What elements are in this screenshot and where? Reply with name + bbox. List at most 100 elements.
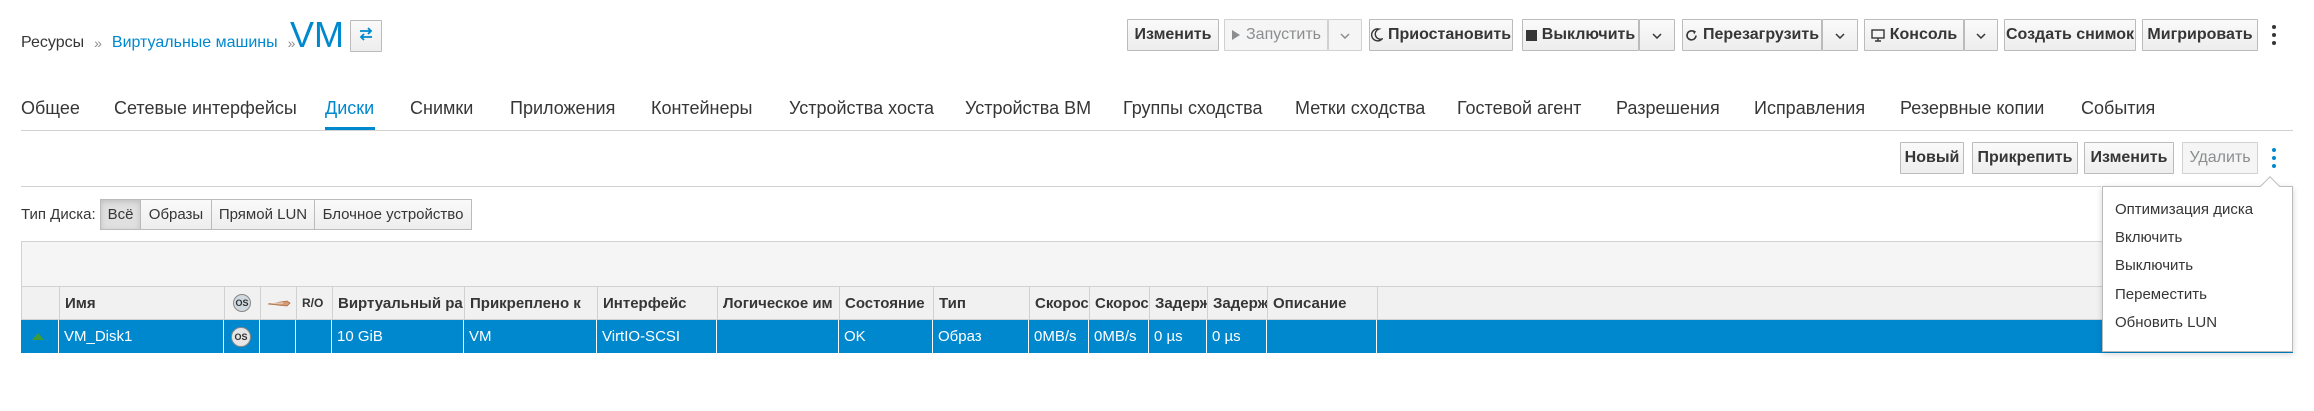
disk-speed-write-cell: 0MB/s bbox=[1089, 320, 1149, 353]
tab-general[interactable]: Общее bbox=[21, 98, 80, 119]
col-name-header[interactable]: Имя bbox=[60, 287, 225, 319]
col-status-header[interactable] bbox=[22, 287, 60, 319]
os-icon-text: OS bbox=[235, 298, 249, 308]
tab-applications[interactable]: Приложения bbox=[510, 98, 615, 119]
col-description-header[interactable]: Описание bbox=[1268, 287, 1378, 319]
suspend-label: Приостановить bbox=[1387, 26, 1512, 43]
tab-backups[interactable]: Резервные копии bbox=[1900, 98, 2044, 119]
disk-latency-write-cell: 0 µs bbox=[1207, 320, 1267, 353]
filter-all[interactable]: Всё bbox=[100, 199, 141, 230]
col-attached-to-header[interactable]: Прикреплено к bbox=[465, 287, 598, 319]
tab-network[interactable]: Сетевые интерфейсы bbox=[114, 98, 297, 119]
shutdown-button[interactable]: Выключить bbox=[1522, 19, 1639, 51]
remove-disk-button[interactable]: Удалить bbox=[2182, 142, 2258, 174]
disk-speed-read-cell: 0MB/s bbox=[1029, 320, 1089, 353]
disk-attached-to-cell: VM bbox=[464, 320, 597, 353]
tabs-divider bbox=[21, 130, 2293, 131]
suspend-button[interactable]: Приостановить bbox=[1369, 19, 1513, 51]
disk-kebab-menu: Оптимизация диска Включить Выключить Пер… bbox=[2102, 186, 2293, 352]
console-label: Консоль bbox=[1889, 26, 1958, 43]
caret-down-icon bbox=[1976, 26, 1986, 44]
edit-vm-button[interactable]: Изменить bbox=[1127, 19, 1219, 51]
console-button[interactable]: Консоль bbox=[1864, 19, 1964, 51]
menu-item-activate[interactable]: Включить bbox=[2115, 229, 2182, 246]
menu-item-refresh-lun[interactable]: Обновить LUN bbox=[2115, 314, 2217, 331]
attach-disk-button[interactable]: Прикрепить bbox=[1972, 142, 2078, 174]
attach-disk-label: Прикрепить bbox=[1977, 149, 2073, 166]
reboot-label: Перезагрузить bbox=[1702, 26, 1820, 43]
col-status-text-header[interactable]: Состояние bbox=[840, 287, 934, 319]
menu-item-sparsify[interactable]: Оптимизация диска bbox=[2115, 201, 2253, 218]
menu-item-deactivate[interactable]: Выключить bbox=[2115, 257, 2193, 274]
disk-virtual-size-cell: 10 GiB bbox=[332, 320, 464, 353]
disk-name-cell: VM_Disk1 bbox=[59, 320, 224, 353]
disk-interface-cell: VirtIO-SCSI bbox=[597, 320, 717, 353]
caret-down-icon bbox=[1340, 26, 1350, 44]
col-latency-write-header[interactable]: Задерж bbox=[1208, 287, 1268, 319]
filter-images[interactable]: Образы bbox=[140, 199, 212, 230]
tab-events[interactable]: События bbox=[2081, 98, 2155, 119]
col-interface-header[interactable]: Интерфейс bbox=[598, 287, 718, 319]
col-logical-name-header[interactable]: Логическое им bbox=[718, 287, 840, 319]
disk-status-cell bbox=[21, 320, 59, 353]
col-latency-read-header[interactable]: Задерж bbox=[1150, 287, 1208, 319]
tab-bar: Общее Сетевые интерфейсы Диски Снимки Пр… bbox=[0, 94, 2314, 130]
tab-guest-agent[interactable]: Гостевой агент bbox=[1457, 98, 1581, 119]
col-os-header[interactable]: OS bbox=[225, 287, 261, 319]
monitor-icon bbox=[1871, 28, 1885, 42]
moon-icon bbox=[1370, 28, 1383, 42]
filter-block-device[interactable]: Блочное устройство bbox=[314, 199, 472, 230]
disk-ro-cell bbox=[296, 320, 332, 353]
tab-host-devices[interactable]: Устройства хоста bbox=[789, 98, 934, 119]
new-disk-button[interactable]: Новый bbox=[1900, 142, 1964, 174]
reload-icon bbox=[1685, 29, 1698, 42]
arrow-up-icon bbox=[31, 328, 45, 345]
col-ro-header[interactable]: R/O bbox=[297, 287, 333, 319]
disk-type-filter-label: Тип Диска: bbox=[21, 206, 96, 223]
edit-vm-label: Изменить bbox=[1134, 26, 1212, 43]
table-row[interactable]: VM_Disk1 OS 10 GiB VM VirtIO-SCSI OK Обр… bbox=[21, 320, 2293, 353]
os-icon: OS bbox=[233, 294, 251, 312]
os-icon: OS bbox=[231, 326, 251, 347]
col-speed-write-header[interactable]: Скорост bbox=[1090, 287, 1150, 319]
tab-vm-devices[interactable]: Устройства ВМ bbox=[965, 98, 1091, 119]
page-title: VM bbox=[290, 14, 344, 55]
kebab-icon[interactable] bbox=[2271, 148, 2277, 168]
run-dropdown-button[interactable] bbox=[1328, 19, 1362, 51]
swap-vm-button[interactable] bbox=[350, 20, 382, 52]
run-label: Запустить bbox=[1246, 26, 1321, 43]
breadcrumb: Ресурсы » Виртуальные машины » bbox=[21, 34, 305, 52]
disk-status-text-cell: OK bbox=[839, 320, 933, 353]
filter-direct-lun[interactable]: Прямой LUN bbox=[211, 199, 315, 230]
breadcrumb-root: Ресурсы bbox=[21, 34, 85, 51]
tab-affinity-groups[interactable]: Группы сходства bbox=[1123, 98, 1263, 119]
breadcrumb-vms-link[interactable]: Виртуальные машины bbox=[112, 34, 278, 52]
shutdown-dropdown-button[interactable] bbox=[1639, 19, 1675, 51]
tab-disks[interactable]: Диски bbox=[325, 98, 374, 119]
breadcrumb-separator: » bbox=[94, 35, 102, 51]
disk-description-cell bbox=[1267, 320, 1377, 353]
disk-bootable-cell bbox=[260, 320, 296, 353]
disk-latency-read-cell: 0 µs bbox=[1149, 320, 1207, 353]
create-snapshot-label: Создать снимок bbox=[2005, 26, 2135, 43]
caret-down-icon bbox=[1652, 26, 1662, 44]
menu-item-move[interactable]: Переместить bbox=[2115, 286, 2207, 303]
col-type-header[interactable]: Тип bbox=[934, 287, 1030, 319]
tab-permissions[interactable]: Разрешения bbox=[1616, 98, 1720, 119]
tab-affinity-labels[interactable]: Метки сходства bbox=[1295, 98, 1425, 119]
tab-containers[interactable]: Контейнеры bbox=[651, 98, 752, 119]
run-button[interactable]: Запустить bbox=[1224, 19, 1328, 51]
migrate-button[interactable]: Мигрировать bbox=[2142, 19, 2258, 51]
tab-errata[interactable]: Исправления bbox=[1754, 98, 1865, 119]
col-bootable-header[interactable] bbox=[261, 287, 297, 319]
edit-disk-button[interactable]: Изменить bbox=[2084, 142, 2174, 174]
create-snapshot-button[interactable]: Создать снимок bbox=[2004, 19, 2136, 51]
tab-snapshots[interactable]: Снимки bbox=[410, 98, 473, 119]
col-virtual-size-header[interactable]: Виртуальный ра bbox=[333, 287, 465, 319]
console-dropdown-button[interactable] bbox=[1964, 19, 1998, 51]
reboot-dropdown-button[interactable] bbox=[1822, 19, 1858, 51]
disk-type-cell: Образ bbox=[933, 320, 1029, 353]
col-speed-read-header[interactable]: Скорост bbox=[1030, 287, 1090, 319]
kebab-icon[interactable] bbox=[2271, 25, 2277, 45]
reboot-button[interactable]: Перезагрузить bbox=[1682, 19, 1822, 51]
